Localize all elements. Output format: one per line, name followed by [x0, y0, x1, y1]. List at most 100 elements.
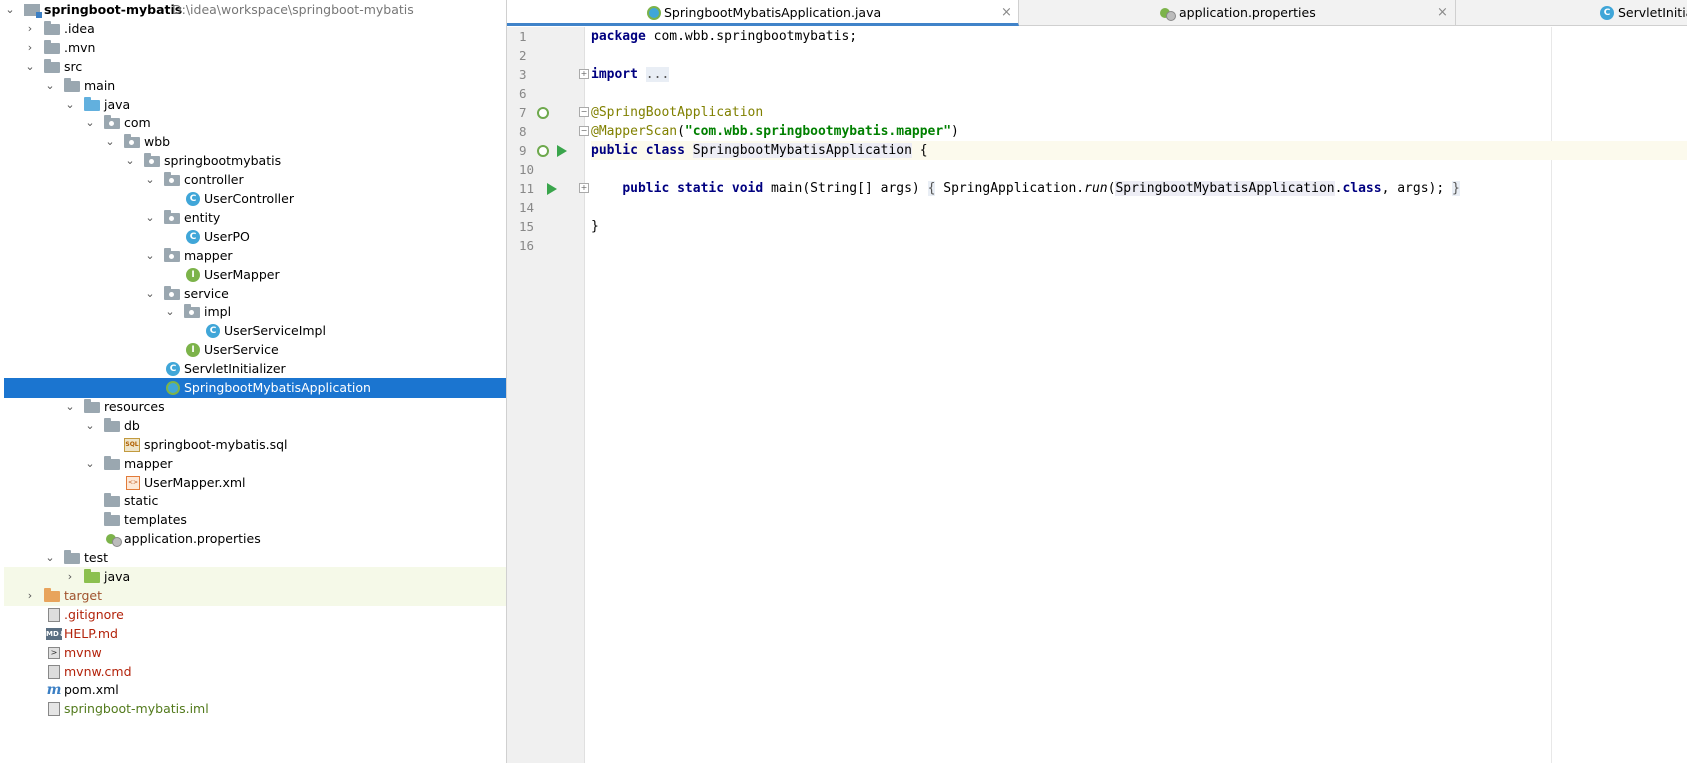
fold-expand-icon[interactable]: +	[579, 183, 589, 193]
tree-node-mapper-package[interactable]: ⌄ mapper	[0, 246, 506, 266]
chevron-down-icon[interactable]: ⌄	[144, 208, 156, 228]
package-icon	[164, 247, 180, 262]
chevron-down-icon[interactable]: ⌄	[124, 151, 136, 171]
tree-node-mvnw[interactable]: > mvnw	[0, 643, 506, 663]
chevron-down-icon[interactable]: ⌄	[84, 416, 96, 436]
sql-file-icon: SQL	[124, 437, 140, 452]
tree-node-usercontroller[interactable]: C UserController	[0, 189, 506, 209]
folder-icon	[64, 550, 80, 565]
fold-collapse-icon[interactable]: −	[579, 126, 589, 136]
chevron-down-icon[interactable]: ⌄	[64, 95, 76, 115]
chevron-down-icon[interactable]: ⌄	[64, 397, 76, 417]
tree-node-gitignore[interactable]: .gitignore	[0, 605, 506, 625]
tree-node-java[interactable]: ⌄ java	[0, 95, 506, 115]
package-icon	[164, 285, 180, 300]
fold-expand-icon[interactable]: +	[579, 69, 589, 79]
tree-node-resources[interactable]: ⌄ resources	[0, 397, 506, 417]
run-icon[interactable]	[547, 183, 557, 195]
test-source-folder-icon	[84, 569, 100, 583]
tree-node-label: resources	[104, 398, 165, 414]
tree-node-pom-xml[interactable]: m pom.xml	[0, 680, 506, 700]
chevron-down-icon[interactable]: ⌄	[144, 170, 156, 190]
tab-application-properties[interactable]: application.properties ×	[1019, 0, 1456, 26]
tree-node-main[interactable]: ⌄ main	[0, 76, 506, 96]
tree-node-src[interactable]: ⌄ src	[0, 57, 506, 77]
tree-node-label: HELP.md	[64, 625, 118, 641]
tree-node-help-md[interactable]: MD↓ HELP.md	[0, 624, 506, 644]
maven-icon: m	[46, 682, 62, 699]
tree-node-mapper-folder[interactable]: ⌄ mapper	[0, 454, 506, 474]
fold-collapse-icon[interactable]: −	[579, 107, 589, 117]
tree-node-userserviceimpl[interactable]: C UserServiceImpl	[0, 321, 506, 341]
tree-node-target[interactable]: › target	[4, 585, 506, 606]
module-file-icon	[48, 702, 60, 717]
spring-boot-class-icon	[647, 6, 661, 20]
tree-node-com[interactable]: ⌄ com	[0, 113, 506, 133]
tree-node-test-java[interactable]: › java	[4, 567, 506, 587]
editor-gutter: 1 2 3 6 7 8 9 10 11 14 15 16 + − − +	[507, 27, 589, 763]
close-icon[interactable]: ×	[1001, 0, 1012, 23]
annotation: @MapperScan	[591, 124, 678, 139]
run-icon[interactable]	[557, 145, 567, 157]
package-icon	[144, 153, 160, 168]
tree-node-label: UserController	[204, 191, 294, 206]
chevron-down-icon[interactable]: ⌄	[44, 548, 56, 568]
chevron-right-icon[interactable]: ›	[24, 19, 36, 39]
code-text: , args);	[1381, 181, 1453, 196]
close-icon[interactable]: ×	[1437, 0, 1448, 26]
tree-node-mvnw-cmd[interactable]: mvnw.cmd	[0, 662, 506, 682]
chevron-right-icon[interactable]: ›	[24, 38, 36, 58]
tree-node-static[interactable]: static	[0, 491, 506, 511]
class-name: SpringbootMybatisApplication	[692, 143, 912, 158]
tree-node-usermapper-xml[interactable]: <> UserMapper.xml	[0, 473, 506, 493]
tab-servletinitializer[interactable]: C ServletInitializ	[1456, 0, 1687, 26]
tree-node-impl[interactable]: ⌄ impl	[0, 302, 506, 322]
tree-node-service[interactable]: ⌄ service	[0, 284, 506, 304]
tree-node-templates[interactable]: templates	[0, 510, 506, 530]
chevron-down-icon[interactable]: ⌄	[144, 284, 156, 304]
line-number: 15	[519, 219, 535, 234]
tree-node-mvn[interactable]: › .mvn	[0, 38, 506, 58]
chevron-down-icon[interactable]: ⌄	[104, 132, 116, 152]
class-reference: SpringbootMybatisApplication	[1115, 181, 1335, 196]
line-number: 10	[519, 162, 535, 177]
chevron-right-icon[interactable]: ›	[64, 567, 76, 587]
tree-node-iml[interactable]: springboot-mybatis.iml	[0, 699, 506, 719]
tree-node-servletinitializer[interactable]: C ServletInitializer	[0, 359, 506, 379]
tree-node-application-properties[interactable]: application.properties	[0, 529, 506, 549]
tree-node-idea[interactable]: › .idea	[0, 19, 506, 39]
chevron-right-icon[interactable]: ›	[24, 586, 36, 606]
tree-node-test[interactable]: ⌄ test	[0, 548, 506, 568]
folded-brace[interactable]: }	[1452, 181, 1460, 196]
tree-node-usermapper[interactable]: I UserMapper	[0, 265, 506, 285]
tree-node-sql-file[interactable]: SQL springboot-mybatis.sql	[0, 435, 506, 455]
keyword: class	[1342, 181, 1382, 196]
tree-node-label: UserService	[204, 342, 279, 358]
spring-bean-gutter-icon[interactable]	[537, 145, 549, 157]
chevron-down-icon[interactable]: ⌄	[164, 302, 176, 322]
tree-node-controller[interactable]: ⌄ controller	[0, 170, 506, 190]
tree-node-springbootmybatis[interactable]: ⌄ springbootmybatis	[0, 151, 506, 171]
tree-node-db[interactable]: ⌄ db	[0, 416, 506, 436]
spring-bean-gutter-icon[interactable]	[537, 107, 549, 119]
chevron-down-icon[interactable]: ⌄	[144, 246, 156, 266]
tree-node-label: SpringbootMybatisApplication	[184, 380, 371, 395]
chevron-down-icon[interactable]: ⌄	[84, 454, 96, 474]
chevron-down-icon[interactable]: ⌄	[24, 57, 36, 77]
chevron-down-icon[interactable]: ⌄	[84, 113, 96, 133]
chevron-down-icon[interactable]: ⌄	[44, 76, 56, 96]
tab-springbootmybatisapplication-java[interactable]: SpringbootMybatisApplication.java ×	[507, 0, 1019, 26]
tree-node-springbootmybatisapplication[interactable]: SpringbootMybatisApplication	[4, 378, 506, 398]
tree-node-wbb[interactable]: ⌄ wbb	[0, 132, 506, 152]
code-text: SpringApplication.	[935, 181, 1085, 196]
tree-node-root[interactable]: ⌄ springboot-mybatis D:\idea\workspace\s…	[0, 0, 506, 20]
tree-node-userpo[interactable]: C UserPO	[0, 227, 506, 247]
folded-imports[interactable]: ...	[645, 67, 670, 82]
tree-node-userservice[interactable]: I UserService	[0, 340, 506, 360]
tree-node-entity[interactable]: ⌄ entity	[0, 208, 506, 228]
tree-node-label: .idea	[64, 20, 95, 36]
code-area[interactable]: package com.wbb.springbootmybatis; impor…	[591, 27, 1687, 763]
code-line: @SpringBootApplication	[591, 103, 763, 122]
chevron-down-icon[interactable]: ⌄	[4, 0, 16, 20]
folder-icon	[44, 39, 60, 54]
